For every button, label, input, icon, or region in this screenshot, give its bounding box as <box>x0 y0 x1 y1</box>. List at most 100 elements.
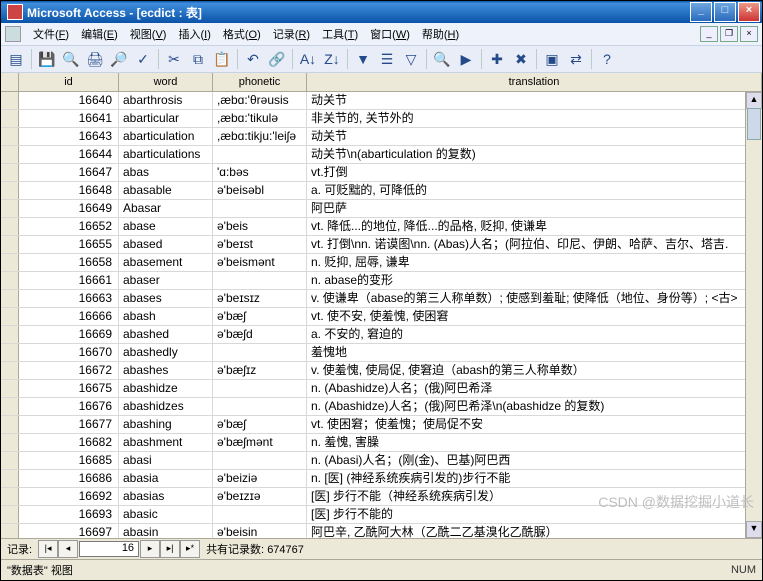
cell-word[interactable]: abashidze <box>119 380 213 397</box>
row-selector[interactable] <box>1 452 19 469</box>
cell-word[interactable]: abashment <box>119 434 213 451</box>
menu-f[interactable]: 文件(F) <box>27 24 75 44</box>
cell-translation[interactable]: v. 使谦卑（abase的第三人称单数）; 使感到羞耻; 使降低（地位、身份等）… <box>307 290 762 307</box>
cell-word[interactable]: abashing <box>119 416 213 433</box>
cell-word[interactable]: abases <box>119 290 213 307</box>
filter-form-icon[interactable]: ☰ <box>376 48 398 70</box>
cell-translation[interactable]: 动关节 <box>307 92 762 109</box>
cell-phonetic[interactable]: ə'beɪst <box>213 236 307 253</box>
row-selector[interactable] <box>1 92 19 109</box>
sort-asc-icon[interactable]: A↓ <box>297 48 319 70</box>
cell-translation[interactable]: 阿巴辛, 乙酰阿大林（乙酰二乙基溴化乙酰脲） <box>307 524 762 538</box>
minimize-button[interactable]: _ <box>690 2 712 22</box>
cell-phonetic[interactable]: ,æbɑ:tikju:'leiʃə <box>213 128 307 145</box>
cell-translation[interactable]: vt. 打倒\nn. 诺谟图\nn. (Abas)人名；(阿拉伯、印尼、伊朗、哈… <box>307 236 762 253</box>
table-row[interactable]: 16697abasinə'beisin阿巴辛, 乙酰阿大林（乙酰二乙基溴化乙酰脲… <box>1 524 762 538</box>
row-selector[interactable] <box>1 218 19 235</box>
row-selector[interactable] <box>1 488 19 505</box>
copy-icon[interactable]: ⧉ <box>187 48 209 70</box>
row-selector[interactable] <box>1 182 19 199</box>
cell-word[interactable]: abaser <box>119 272 213 289</box>
search-file-icon[interactable]: 🔍 <box>60 48 82 70</box>
select-all-corner[interactable] <box>1 73 19 91</box>
row-selector[interactable] <box>1 200 19 217</box>
save-icon[interactable]: 💾 <box>36 48 58 70</box>
row-selector[interactable] <box>1 434 19 451</box>
cell-word[interactable]: abarthrosis <box>119 92 213 109</box>
cell-word[interactable]: abarticulations <box>119 146 213 163</box>
filter-sel-icon[interactable]: ▼ <box>352 48 374 70</box>
cell-translation[interactable]: 非关节的, 关节外的 <box>307 110 762 127</box>
row-selector[interactable] <box>1 380 19 397</box>
table-row[interactable]: 16643abarticulation,æbɑ:tikju:'leiʃə动关节 <box>1 128 762 146</box>
cell-word[interactable]: abasia <box>119 470 213 487</box>
cell-phonetic[interactable] <box>213 344 307 361</box>
table-row[interactable]: 16693abasic[医] 步行不能的 <box>1 506 762 524</box>
table-row[interactable]: 16658abasementə'beisməntn. 贬抑, 屈辱, 谦卑 <box>1 254 762 272</box>
table-row[interactable]: 16692abasiasə'beɪzɪə[医] 步行不能（神经系统疾病引发） <box>1 488 762 506</box>
cell-id[interactable]: 16643 <box>19 128 119 145</box>
table-row[interactable]: 16686abasiaə'beiziən. [医] (神经系统疾病引发的)步行不… <box>1 470 762 488</box>
cell-word[interactable]: abased <box>119 236 213 253</box>
cell-phonetic[interactable]: ə'bæʃd <box>213 326 307 343</box>
table-row[interactable]: 16682abashmentə'bæʃməntn. 羞愧, 害臊 <box>1 434 762 452</box>
cell-id[interactable]: 16644 <box>19 146 119 163</box>
cell-translation[interactable]: 阿巴萨 <box>307 200 762 217</box>
cell-phonetic[interactable]: ə'bæʃ <box>213 416 307 433</box>
menu-h[interactable]: 帮助(H) <box>416 24 465 44</box>
nav-prev-button[interactable]: ◂ <box>58 540 78 558</box>
menu-o[interactable]: 格式(O) <box>217 24 267 44</box>
column-header-id[interactable]: id <box>19 73 119 91</box>
filter-toggle-icon[interactable]: ▽ <box>400 48 422 70</box>
cell-translation[interactable]: n. (Abasi)人名；(刚(金)、巴基)阿巴西 <box>307 452 762 469</box>
cell-word[interactable]: abashidzes <box>119 398 213 415</box>
table-row[interactable]: 16676abashidzesn. (Abashidze)人名；(俄)阿巴希泽\… <box>1 398 762 416</box>
scroll-thumb[interactable] <box>747 108 761 140</box>
cell-translation[interactable]: v. 使羞愧, 使局促, 使窘迫（abash的第三人称单数） <box>307 362 762 379</box>
table-row[interactable]: 16672abashesə'bæʃɪzv. 使羞愧, 使局促, 使窘迫（abas… <box>1 362 762 380</box>
help-icon[interactable]: ? <box>596 48 618 70</box>
cell-translation[interactable]: 羞愧地 <box>307 344 762 361</box>
mdi-restore-button[interactable]: ❐ <box>720 26 738 42</box>
table-row[interactable]: 16666abashə'bæʃvt. 使不安, 使羞愧, 使困窘 <box>1 308 762 326</box>
cell-phonetic[interactable] <box>213 452 307 469</box>
cell-id[interactable]: 16655 <box>19 236 119 253</box>
cell-phonetic[interactable]: ə'beisəbl <box>213 182 307 199</box>
table-row[interactable]: 16648abasableə'beisəbla. 可贬黜的, 可降低的 <box>1 182 762 200</box>
row-selector[interactable] <box>1 164 19 181</box>
cell-id[interactable]: 16675 <box>19 380 119 397</box>
cell-translation[interactable]: a. 不安的, 窘迫的 <box>307 326 762 343</box>
cell-word[interactable]: abashes <box>119 362 213 379</box>
menu-v[interactable]: 视图(V) <box>124 24 173 44</box>
cell-phonetic[interactable] <box>213 200 307 217</box>
cell-translation[interactable]: [医] 步行不能（神经系统疾病引发） <box>307 488 762 505</box>
cell-id[interactable]: 16697 <box>19 524 119 538</box>
cell-phonetic[interactable] <box>213 380 307 397</box>
cell-id[interactable]: 16682 <box>19 434 119 451</box>
cut-icon[interactable]: ✂ <box>163 48 185 70</box>
row-selector[interactable] <box>1 362 19 379</box>
table-row[interactable]: 16677abashingə'bæʃvt. 使困窘；使羞愧；使局促不安 <box>1 416 762 434</box>
cell-id[interactable]: 16640 <box>19 92 119 109</box>
cell-id[interactable]: 16666 <box>19 308 119 325</box>
cell-word[interactable]: abasi <box>119 452 213 469</box>
goto-icon[interactable]: ▶ <box>455 48 477 70</box>
cell-phonetic[interactable]: ə'beiziə <box>213 470 307 487</box>
nav-new-button[interactable]: ▸* <box>180 540 200 558</box>
undo-icon[interactable]: ↶ <box>242 48 264 70</box>
cell-phonetic[interactable]: ə'bæʃ <box>213 308 307 325</box>
cell-word[interactable]: abas <box>119 164 213 181</box>
table-row[interactable]: 16641abarticular,æbɑ:'tikulə非关节的, 关节外的 <box>1 110 762 128</box>
row-selector[interactable] <box>1 326 19 343</box>
cell-word[interactable]: abashedly <box>119 344 213 361</box>
cell-translation[interactable]: [医] 步行不能的 <box>307 506 762 523</box>
cell-word[interactable]: Abasar <box>119 200 213 217</box>
table-row[interactable]: 16644abarticulations动关节\n(abarticulation… <box>1 146 762 164</box>
cell-phonetic[interactable]: ə'beɪzɪə <box>213 488 307 505</box>
cell-id[interactable]: 16652 <box>19 218 119 235</box>
cell-phonetic[interactable]: ə'beismənt <box>213 254 307 271</box>
table-row[interactable]: 16669abashedə'bæʃda. 不安的, 窘迫的 <box>1 326 762 344</box>
cell-word[interactable]: abasin <box>119 524 213 538</box>
delete-icon[interactable]: ✖ <box>510 48 532 70</box>
cell-word[interactable]: abasable <box>119 182 213 199</box>
